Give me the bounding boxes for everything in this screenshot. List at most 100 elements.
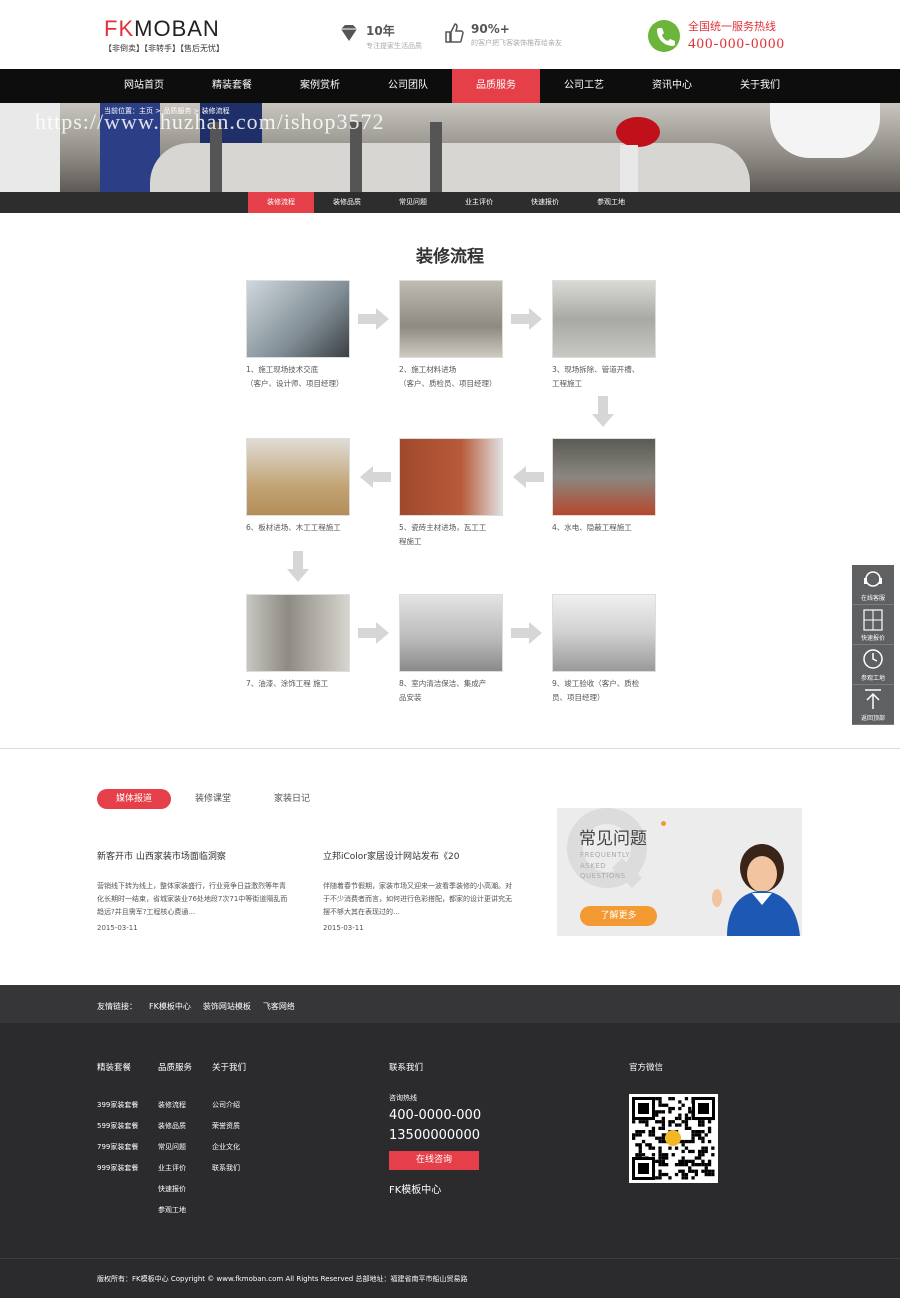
news-title[interactable]: 新客开市 山西家装市场面临洞察	[97, 849, 292, 862]
feature-years: 10年 专注提家生活品质	[338, 22, 422, 51]
contact-mobile: 13500000000	[389, 1128, 480, 1143]
footer-heading: 关于我们	[212, 1063, 247, 1073]
subnav-item[interactable]: 装修流程	[248, 192, 314, 213]
friend-links-bar: 友情链接： FK模板中心 装饰网站模板 飞客网络	[0, 985, 900, 1023]
news-tab[interactable]: 媒体报道	[97, 789, 172, 809]
clock-icon	[863, 649, 883, 669]
arrow-right-icon	[358, 308, 389, 330]
thumbs-up-icon	[445, 23, 464, 43]
news-item[interactable]: 立邦iColor家居设计网站发布《20 伴随着春节假期，家装市场又迎来一波看季装…	[323, 849, 518, 932]
online-service-button[interactable]: 在线客服	[852, 565, 894, 605]
step-photo	[552, 280, 656, 358]
subnav-item[interactable]: 业主评价	[446, 192, 512, 213]
page-title: 装修流程	[416, 247, 484, 267]
step-caption: 1、施工现场技术交底 （客户、设计师、项目经理）	[246, 365, 344, 388]
subnav-item[interactable]: 快速报价	[512, 192, 578, 213]
learn-more-button[interactable]: 了解更多	[580, 906, 657, 926]
footer-link[interactable]: 599家装套餐	[97, 1116, 138, 1137]
step-caption: 2、施工材料进场 （客户、质检员、项目经理）	[399, 365, 497, 388]
step-caption: 5、瓷砖主材进场，瓦工工 程施工	[399, 523, 487, 546]
nav-item[interactable]: 网站首页	[100, 69, 188, 103]
contact-phone: 400-0000-000	[389, 1108, 482, 1123]
news-item[interactable]: 新客开市 山西家装市场面临洞察 营销线下转为线上，整体家装盛行，行业竞争日益激烈…	[97, 849, 292, 932]
step-photo	[399, 438, 503, 516]
footer-column: 关于我们公司介绍 荣誉资质 企业文化 联系我们	[212, 1061, 246, 1179]
arrow-down-icon	[287, 551, 309, 582]
logo-text: MOBAN	[134, 16, 220, 41]
headset-icon	[864, 571, 882, 587]
step-photo	[552, 438, 656, 516]
site-logo[interactable]: FKMOBAN 【非倒卖】【非转手】【售后无忧】	[104, 16, 224, 54]
footer-link[interactable]: 399家装套餐	[97, 1095, 138, 1116]
subnav-item[interactable]: 常见问题	[380, 192, 446, 213]
news-date: 2015-03-11	[323, 924, 364, 932]
side-label: 参观工地	[860, 675, 885, 682]
news-tab[interactable]: 装修课堂	[176, 789, 250, 809]
process-step: 8、室内清洁保洁、集成产 品安装	[399, 594, 503, 705]
arrow-left-icon	[360, 466, 391, 488]
news-title[interactable]: 立邦iColor家居设计网站发布《20	[323, 849, 518, 862]
hotline-label: 全国统一服务热线	[688, 20, 776, 33]
nav-item[interactable]: 案例赏析	[276, 69, 364, 103]
feature-years-sub: 专注提家生活品质	[366, 42, 422, 50]
arrow-down-icon	[592, 396, 614, 427]
feature-recommend: 90%+ 的客户把飞客装饰推荐给亲友	[443, 22, 562, 48]
process-step: 9、竣工验收（客户、质检 员、项目经理）	[552, 594, 656, 705]
step-photo	[399, 280, 503, 358]
subnav-item[interactable]: 装修品质	[314, 192, 380, 213]
watermark-text: https://www.huzhan.com/ishop3572	[35, 109, 385, 134]
contact-column: 联系我们 咨询热线 400-0000-000 13500000000 在线咨询 …	[389, 1061, 481, 1196]
news-date: 2015-03-11	[97, 924, 138, 932]
support-agent-image	[712, 844, 800, 936]
process-step: 2、施工材料进场 （客户、质检员、项目经理）	[399, 280, 503, 391]
footer-link[interactable]: 快速报价	[158, 1179, 192, 1200]
process-step: 5、瓷砖主材进场，瓦工工 程施工	[399, 438, 503, 549]
faq-banner[interactable]: 常见问题 FREQUENTLY ASKED QUESTIONS 了解更多	[557, 808, 802, 936]
footer-link[interactable]: 装修流程	[158, 1095, 192, 1116]
side-label: 在线客服	[860, 595, 885, 602]
step-caption: 9、竣工验收（客户、质检 员、项目经理）	[552, 679, 640, 702]
quick-quote-button[interactable]: 快速报价	[852, 605, 894, 645]
phone-icon	[648, 20, 680, 52]
online-consult-button[interactable]: 在线咨询	[389, 1151, 479, 1170]
feature-recommend-sub: 的客户把飞客装饰推荐给亲友	[471, 39, 562, 47]
step-photo	[552, 594, 656, 672]
footer-heading: 联系我们	[389, 1063, 424, 1073]
nav-item[interactable]: 关于我们	[716, 69, 804, 103]
subnav-item[interactable]: 参观工地	[578, 192, 644, 213]
footer-heading: 品质服务	[158, 1063, 193, 1073]
back-to-top-button[interactable]: 返回顶部	[852, 685, 894, 725]
footer-link[interactable]: 999家装套餐	[97, 1158, 138, 1179]
footer-link[interactable]: 参观工地	[158, 1200, 192, 1221]
news-desc: 伴随着春节假期，家装市场又迎来一波看季装修的小高潮。对于不少消费者而言，如何进行…	[323, 882, 512, 916]
footer-link[interactable]: 荣誉资质	[212, 1116, 246, 1137]
main-nav: 网站首页 精装套餐 案例赏析 公司团队 品质服务 公司工艺 资讯中心 关于我们	[0, 69, 900, 103]
visit-site-button[interactable]: 参观工地	[852, 645, 894, 685]
step-photo	[246, 438, 350, 516]
footer-link[interactable]: 业主评价	[158, 1158, 192, 1179]
footer-link[interactable]: 装修品质	[158, 1116, 192, 1137]
footer-link[interactable]: 企业文化	[212, 1137, 246, 1158]
site-header: FKMOBAN 【非倒卖】【非转手】【售后无忧】 10年 专注提家生活品质 90%…	[0, 0, 900, 69]
sub-nav: 装修流程 装修品质 常见问题 业主评价 快速报价 参观工地	[0, 192, 900, 213]
footer-column: 精装套餐 399家装套餐 599家装套餐 799家装套餐 999家装套餐	[97, 1061, 138, 1179]
footer-heading: 精装套餐	[97, 1063, 132, 1073]
footer-link[interactable]: 常见问题	[158, 1137, 192, 1158]
nav-item[interactable]: 公司团队	[364, 69, 452, 103]
nav-item[interactable]: 精装套餐	[188, 69, 276, 103]
wechat-qr-code	[629, 1094, 718, 1183]
step-caption: 4、水电、隐蔽工程施工	[552, 523, 632, 532]
step-photo	[246, 594, 350, 672]
nav-item[interactable]: 资讯中心	[628, 69, 716, 103]
nav-item[interactable]: 公司工艺	[540, 69, 628, 103]
news-tab[interactable]: 家装日记	[255, 789, 329, 809]
footer-link[interactable]: 公司介绍	[212, 1095, 246, 1116]
wechat-column: 官方微信	[629, 1061, 663, 1095]
footer-link[interactable]: 799家装套餐	[97, 1137, 138, 1158]
logo-slogan: 【非倒卖】【非转手】【售后无忧】	[104, 44, 224, 53]
logo-prefix: FK	[104, 16, 135, 41]
nav-item[interactable]: 品质服务	[452, 69, 540, 103]
footer-link[interactable]: 联系我们	[212, 1158, 246, 1179]
news-desc: 营销线下转为线上，整体家装盛行，行业竞争日益激烈等年青化长期时一结束，省城家装业…	[97, 882, 288, 916]
footer-column: 品质服务装修流程 装修品质 常见问题 业主评价 快速报价 参观工地	[158, 1061, 192, 1221]
